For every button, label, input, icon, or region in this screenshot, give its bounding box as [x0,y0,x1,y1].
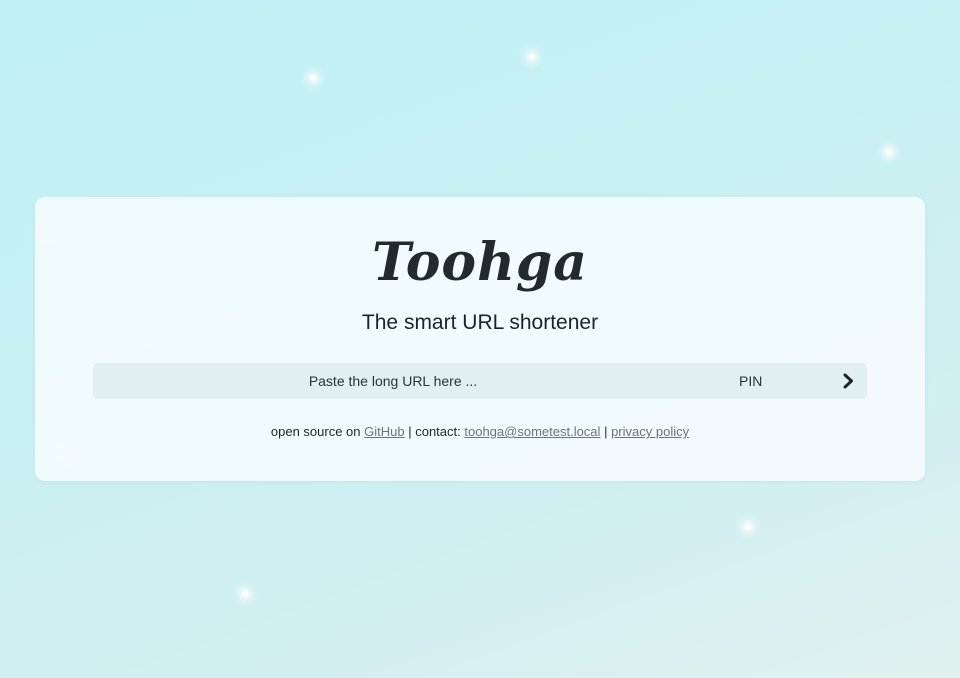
sparkle-decoration [310,75,316,81]
sparkle-decoration [745,524,751,530]
footer-prefix: open source on [270,424,361,439]
privacy-policy-link[interactable]: privacy policy [611,424,689,439]
sparkle-decoration [242,591,248,597]
main-card: Toohga The smart URL shortener open sour… [35,197,925,481]
app-logo: Toohga [372,232,588,293]
shorten-form [93,363,867,399]
sparkle-decoration [529,54,535,60]
chevron-right-icon [843,373,853,389]
submit-button[interactable] [833,366,863,396]
contact-email-link[interactable]: toohga@sometest.local [464,424,600,439]
github-link[interactable]: GitHub [364,424,404,439]
pin-input[interactable] [719,363,835,399]
page-tagline: The smart URL shortener [361,311,599,334]
sparkle-decoration [886,149,892,155]
long-url-input[interactable] [93,363,693,399]
footer: open source on GitHub | contact: toohga@… [35,423,925,441]
footer-separator: | [604,424,608,439]
footer-separator: | contact: [408,424,461,439]
